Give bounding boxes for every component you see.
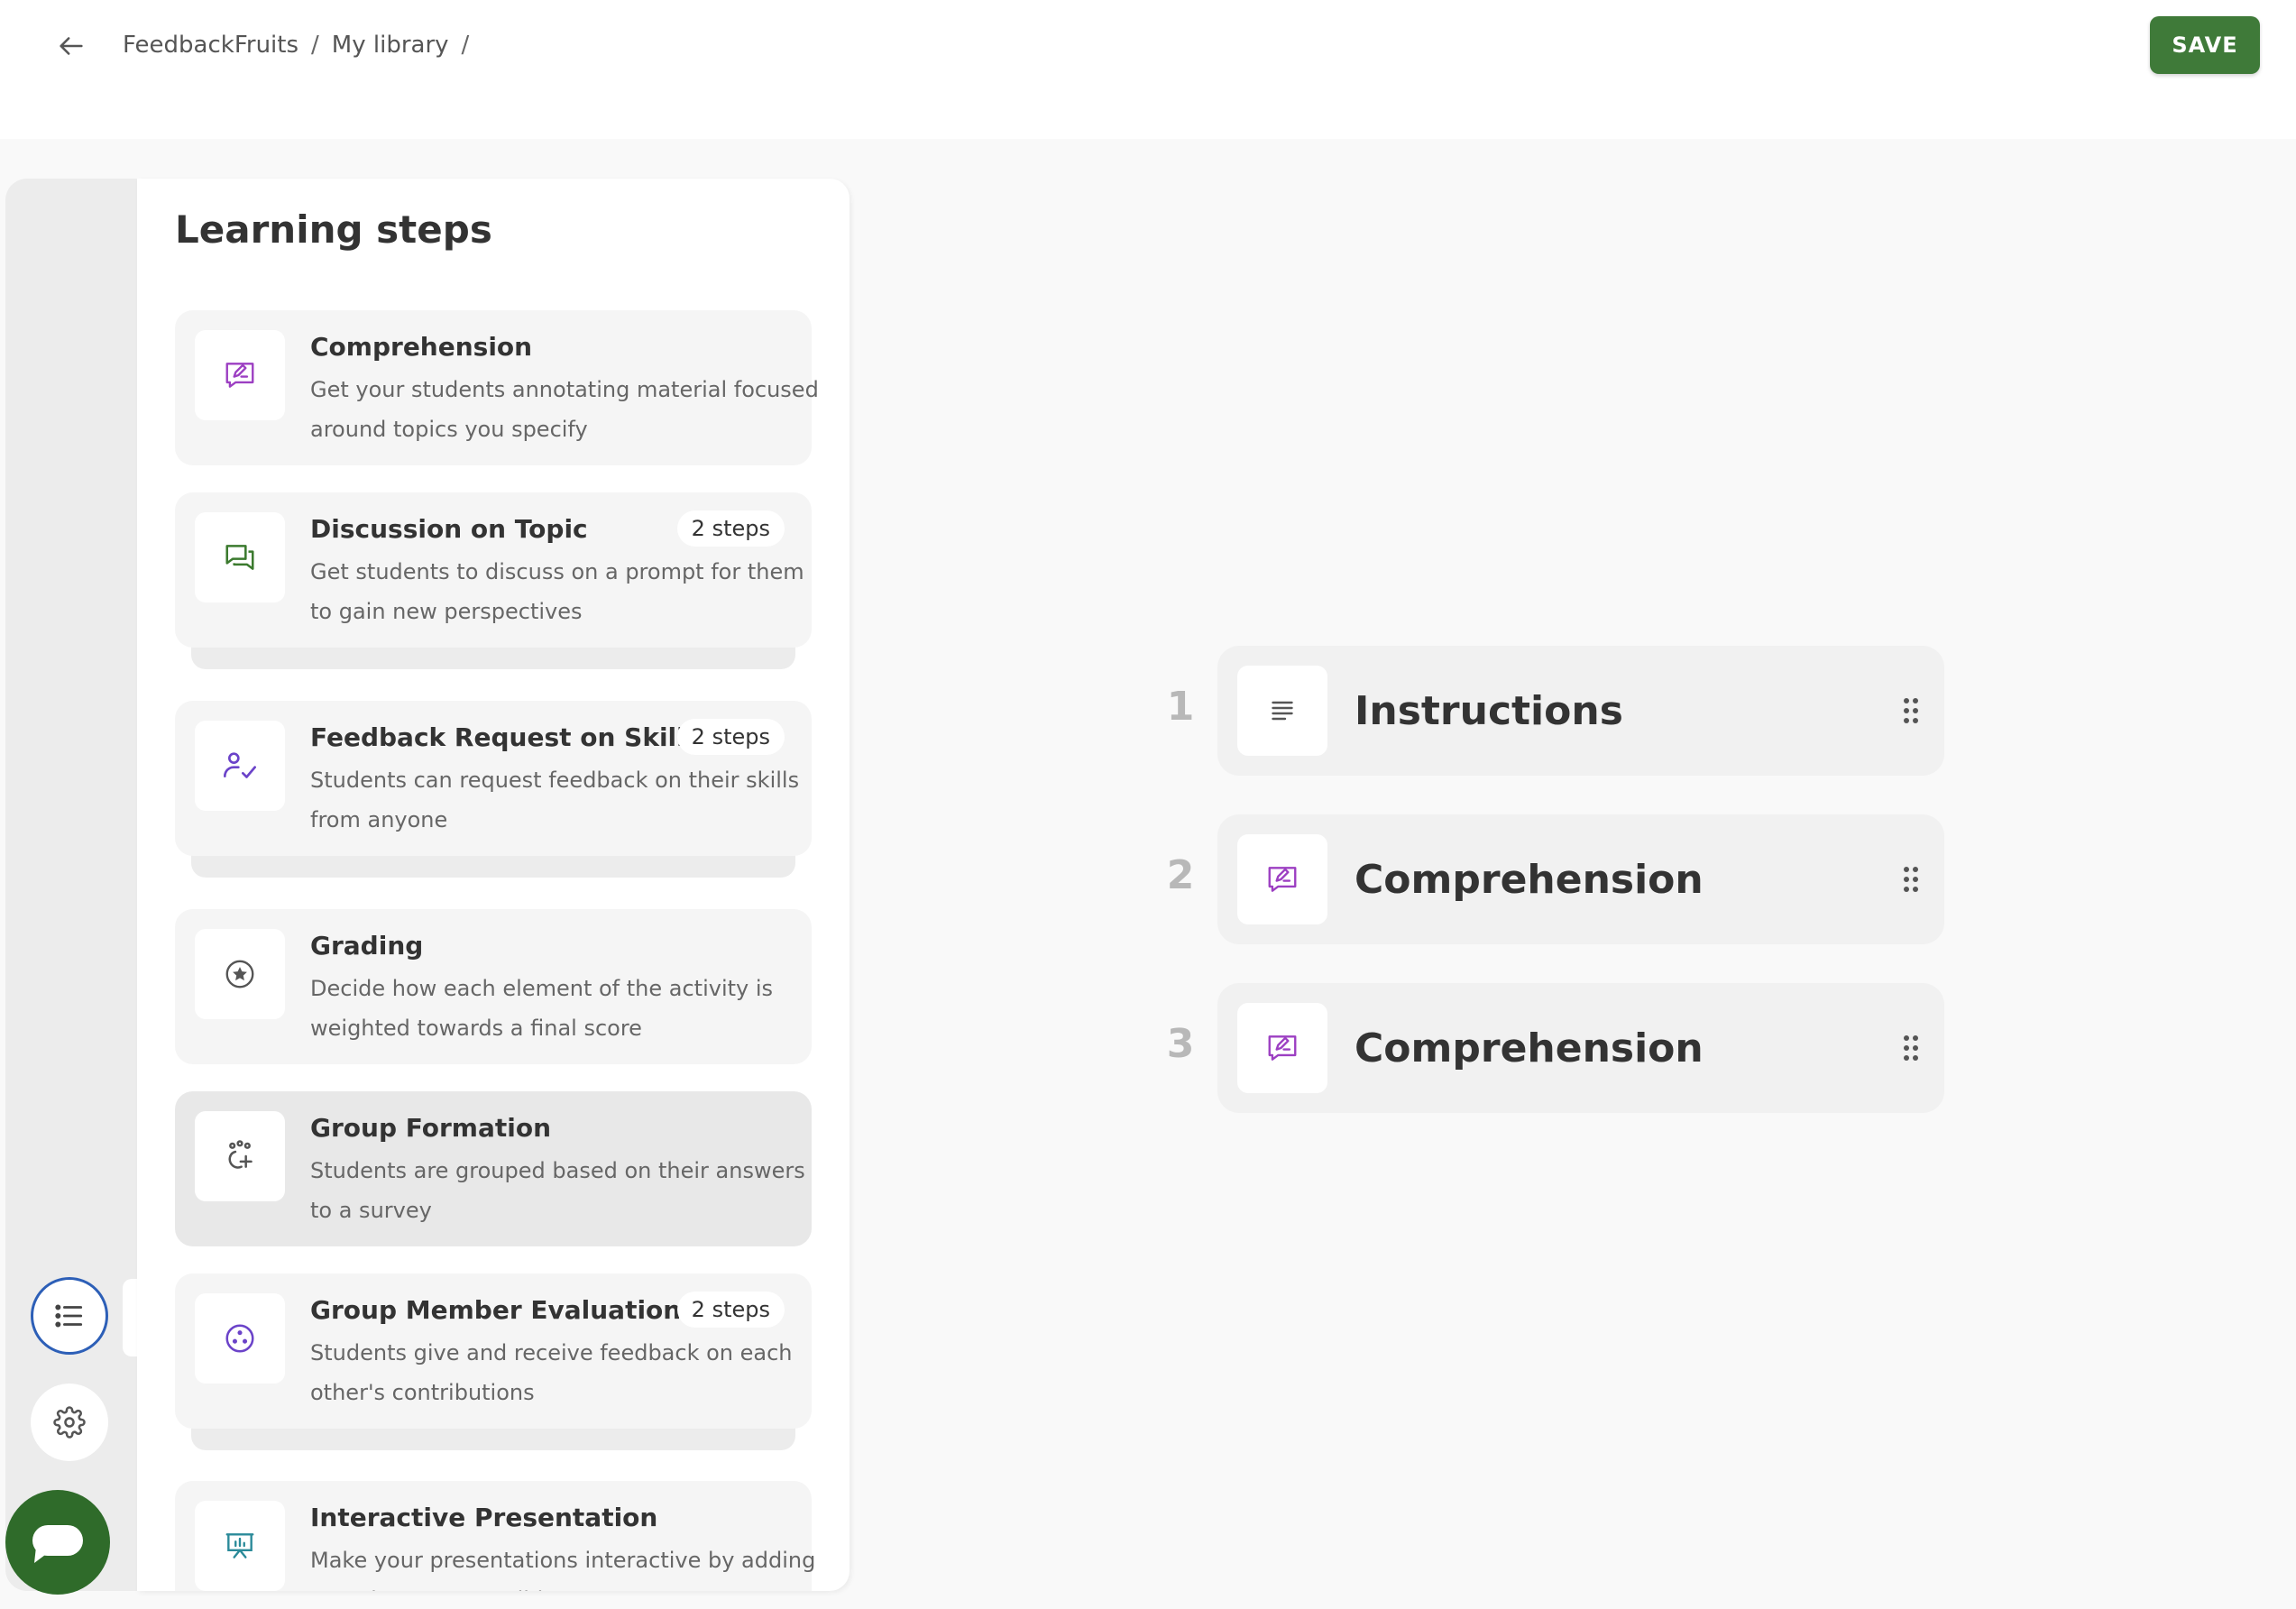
annotate-icon [225,363,254,388]
drag-handle[interactable] [1899,858,1923,901]
sequence-number: 3 [1166,1021,1195,1067]
step-card-title: Group Formation [310,1113,552,1143]
learning-steps-toggle-button[interactable] [31,1277,108,1355]
step-card-title: Grading [310,931,424,961]
drag-dots-icon [1904,1035,1918,1061]
step-card-discussion-on-topic[interactable]: Discussion on Topic 2 steps Get students… [175,492,812,648]
step-card-title: Comprehension [310,332,533,362]
steps-count-badge: 2 steps [676,1292,785,1328]
step-card-title: Interactive Presentation [310,1503,658,1532]
step-card-group-formation[interactable]: Group Formation Students are grouped bas… [175,1091,812,1246]
drag-dots-icon [1904,698,1918,723]
step-card-title: Discussion on Topic [310,514,588,544]
step-card-description: Make your presentations interactive by a… [310,1548,816,1591]
step-card-description: Students are grouped based on their answ… [310,1158,805,1223]
breadcrumb: FeedbackFruits / My library / [123,27,482,63]
steps-count-badge: 2 steps [676,719,785,755]
drag-dots-icon [1904,867,1918,892]
group-circle-icon [225,1324,254,1353]
arrow-left-icon [60,37,83,55]
breadcrumb-separator: / [461,32,470,59]
list-icon [55,1304,83,1328]
sequence-item-title: Comprehension [1355,1025,1704,1071]
learning-steps-panel: Learning steps Comprehension Get your st… [137,179,850,1591]
step-card-feedback-request-on-skills[interactable]: Feedback Request on Skills 2 steps Stude… [175,701,812,856]
person-check-icon [224,752,256,778]
chat-bubble-icon [32,1525,83,1563]
annotate-icon [1268,867,1297,892]
sequence-item-comprehension[interactable]: Comprehension [1217,983,1944,1113]
sequence-item-title: Comprehension [1355,856,1704,903]
step-card-title: Group Member Evaluation [310,1295,682,1325]
presentation-icon [225,1533,254,1558]
gear-icon [53,1406,86,1439]
breadcrumb-my-library[interactable]: My library [332,32,449,59]
step-card-interactive-presentation[interactable]: Interactive Presentation Make your prese… [175,1481,816,1591]
step-card-group-member-evaluation[interactable]: Group Member Evaluation 2 steps Students… [175,1273,812,1429]
steps-count-badge: 2 steps [676,510,785,547]
step-card-description: Decide how each element of the activity … [310,976,774,1041]
save-button[interactable]: SAVE [2150,16,2260,74]
settings-button[interactable] [31,1384,108,1461]
step-card-comprehension[interactable]: Comprehension Get your students annotati… [175,310,819,465]
breadcrumb-separator: / [311,32,319,59]
sequence-number: 1 [1166,684,1195,730]
group-add-icon [228,1140,253,1169]
drag-handle[interactable] [1899,1026,1923,1070]
sequence-number: 2 [1166,852,1195,898]
sequence-item-comprehension[interactable]: Comprehension [1217,814,1944,944]
annotate-icon [1268,1035,1297,1061]
step-card-description: Get your students annotating material fo… [310,377,819,442]
step-card-description: Students can request feedback on their s… [310,768,800,832]
star-circle-icon [225,960,254,988]
step-card-grading[interactable]: Grading Decide how each element of the a… [175,909,812,1064]
top-bar: FeedbackFruits / My library / SAVE [0,0,2296,139]
panel-title: Learning steps [175,207,492,252]
back-button[interactable] [45,20,97,72]
step-card-description: Students give and receive feedback on ea… [310,1340,793,1405]
sequence-item-title: Instructions [1355,687,1623,734]
breadcrumb-feedbackfruits[interactable]: FeedbackFruits [123,32,298,59]
chat-bubbles-icon [225,545,254,570]
text-lines-icon [1272,701,1293,721]
chat-support-button[interactable] [5,1490,110,1595]
left-rail [5,179,137,1591]
step-card-description: Get students to discuss on a prompt for … [310,559,804,624]
step-card-title: Feedback Request on Skills [310,722,701,752]
drag-handle[interactable] [1899,689,1923,732]
sequence-item-instructions[interactable]: Instructions [1217,646,1944,776]
